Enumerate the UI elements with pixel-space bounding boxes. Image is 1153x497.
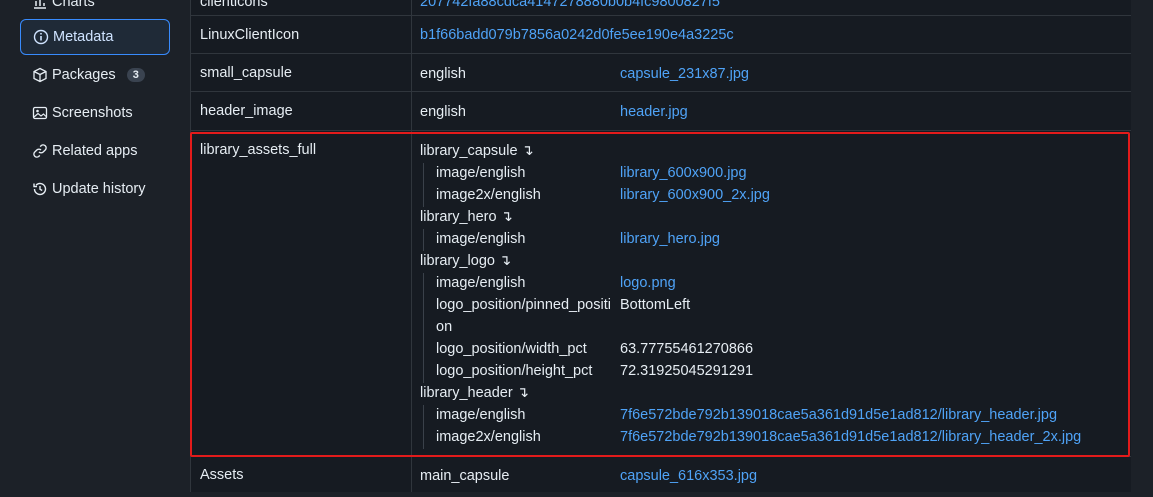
entry-key: image/english [436,165,526,181]
entry-key: image2x/english [436,187,541,203]
link-icon [33,144,47,158]
group-title-library-header: library_header ↴ [420,385,529,401]
row-lang: english [420,104,466,120]
table-row: Assets main_capsule capsule_616x353.jpg [191,457,1131,497]
row-value-link[interactable]: capsule_231x87.jpg [620,66,749,82]
sidebar: Charts Metadata Packages 3 Screenshots R… [0,0,182,492]
indent-guide [423,163,424,207]
indent-guide [423,273,424,383]
nav-label: Update history [52,181,146,197]
indent-guide [423,229,424,251]
group-title-library-logo: library_logo ↴ [420,253,512,269]
row-value-link[interactable]: capsule_616x353.jpg [620,468,757,484]
row-key: clienticons [200,0,268,10]
entry-value: 72.31925045291291 [620,363,754,379]
entry-value-link[interactable]: library_hero.jpg [620,231,720,247]
row-key: Assets [200,467,244,483]
table-row: clienticons 207742fa88cdca4147278880b0b4… [191,0,1131,16]
row-lang: main_capsule [420,468,510,484]
row-key: header_image [200,103,293,119]
chart-icon [34,0,46,9]
entry-value-link[interactable]: 7f6e572bde792b139018cae5a361d91d5e1ad812… [620,407,1057,423]
history-icon [33,182,47,196]
metadata-table: clienticons 207742fa88cdca4147278880b0b4… [190,0,1131,492]
nav-update-history[interactable]: Update history [20,171,170,207]
table-row: small_capsule english capsule_231x87.jpg [191,54,1131,92]
packages-count-badge: 3 [126,68,145,82]
row-value-link[interactable]: b1f66badd079b7856a0242d0fe5ee190e4a3225c [420,27,734,43]
entry-key-wrap: on [436,319,453,335]
nav-label: Related apps [52,143,138,159]
group-title-library-hero: library_hero ↴ [420,209,513,225]
entry-value-link[interactable]: library_600x900_2x.jpg [620,187,770,203]
nav-metadata[interactable]: Metadata [20,19,170,55]
nav-label: Metadata [53,29,114,45]
row-key: LinuxClientIcon [200,27,300,43]
nav-label: Packages [52,67,116,83]
entry-key: logo_position/width_pct [436,341,587,357]
nav-charts[interactable]: Charts [20,0,170,20]
nav-packages[interactable]: Packages 3 [20,57,170,93]
entry-value-link[interactable]: logo.png [620,275,676,291]
package-icon [33,67,47,83]
entry-key: image2x/english [436,429,541,445]
nav-label: Screenshots [52,105,133,121]
table-row: header_image english header.jpg [191,92,1131,131]
entry-value: BottomLeft [620,297,691,313]
nav-related-apps[interactable]: Related apps [20,133,170,169]
group-title-library-capsule: library_capsule ↴ [420,143,534,159]
entry-value-link[interactable]: library_600x900.jpg [620,165,747,181]
entry-key: image/english [436,231,526,247]
table-row: LinuxClientIcon b1f66badd079b7856a0242d0… [191,16,1131,54]
nav-label: Charts [52,0,95,10]
entry-key: logo_position/pinned_positi [436,297,611,313]
table-row-library-assets: library_assets_full library_capsule ↴ im… [191,131,1131,457]
row-value-link[interactable]: 207742fa88cdca4147278880b0b4fc9800827f5 [420,0,720,10]
image-icon [32,106,48,120]
entry-key: logo_position/height_pct [436,363,593,379]
row-key: small_capsule [200,65,292,81]
indent-guide [423,405,424,449]
info-icon [33,29,49,45]
entry-key: image/english [436,407,526,423]
row-lang: english [420,66,466,82]
nav-screenshots[interactable]: Screenshots [20,95,170,131]
entry-key: image/english [436,275,526,291]
row-value-link[interactable]: header.jpg [620,104,688,120]
row-key: library_assets_full [200,142,317,158]
entry-value-link[interactable]: 7f6e572bde792b139018cae5a361d91d5e1ad812… [620,429,1081,445]
entry-value: 63.77755461270866 [620,341,754,357]
